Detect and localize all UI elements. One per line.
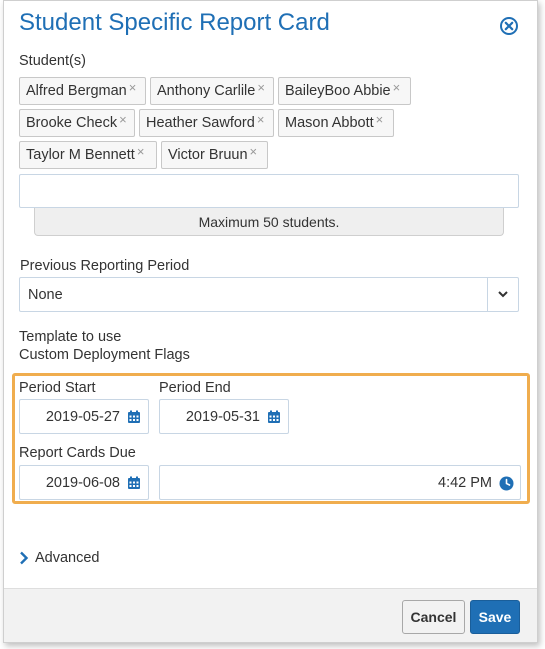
close-icon[interactable]	[498, 15, 520, 37]
previous-period-select[interactable]: None	[19, 277, 519, 312]
student-chip-label: Brooke Check	[26, 115, 118, 131]
student-chip-label: Anthony Carlile	[157, 83, 256, 99]
student-chip-label: Mason Abbott	[285, 115, 374, 131]
student-chip: Alfred Bergman ×	[19, 77, 146, 105]
remove-chip-icon[interactable]: ×	[250, 144, 258, 159]
due-date-value: 2019-06-08	[45, 474, 120, 491]
student-chip: Heather Sawford ×	[139, 109, 274, 137]
student-chip: Victor Bruun ×	[161, 141, 268, 169]
period-end-value: 2019-05-31	[185, 408, 260, 425]
chevron-down-icon	[498, 291, 508, 298]
student-chip-label: Alfred Bergman	[26, 83, 127, 99]
remove-chip-icon[interactable]: ×	[393, 80, 401, 95]
advanced-toggle[interactable]: Advanced	[19, 550, 100, 566]
student-chip: BaileyBoo Abbie ×	[278, 77, 411, 105]
period-end-label: Period End	[159, 380, 231, 396]
dialog-title: Student Specific Report Card	[19, 9, 330, 36]
remove-chip-icon[interactable]: ×	[257, 80, 265, 95]
due-time-value: 4:42 PM	[438, 474, 492, 491]
remove-chip-icon[interactable]: ×	[129, 80, 137, 95]
select-divider	[487, 278, 488, 311]
student-search-input[interactable]	[19, 174, 519, 208]
period-start-label: Period Start	[19, 380, 96, 396]
period-start-input[interactable]: 2019-05-27	[19, 399, 149, 434]
template-label: Template to use	[19, 329, 122, 345]
due-time-input[interactable]: 4:42 PM	[159, 465, 521, 500]
remove-chip-icon[interactable]: ×	[257, 112, 265, 127]
student-chip: Mason Abbott ×	[278, 109, 394, 137]
report-cards-due-label: Report Cards Due	[19, 445, 136, 461]
clock-icon[interactable]	[499, 476, 514, 491]
due-date-input[interactable]: 2019-06-08	[19, 465, 149, 500]
max-students-hint: Maximum 50 students.	[34, 208, 504, 236]
report-card-dialog: Student Specific Report Card Student(s) …	[3, 0, 538, 643]
student-chip-label: Heather Sawford	[146, 115, 255, 131]
previous-period-value: None	[28, 286, 63, 303]
remove-chip-icon[interactable]: ×	[119, 112, 127, 127]
student-chip-label: BaileyBoo Abbie	[285, 83, 391, 99]
students-label: Student(s)	[19, 53, 86, 69]
dialog-footer: Cancel Save	[4, 588, 537, 642]
student-chip: Taylor M Bennett ×	[19, 141, 157, 169]
period-end-input[interactable]: 2019-05-31	[159, 399, 289, 434]
period-start-value: 2019-05-27	[45, 408, 120, 425]
chevron-right-icon	[20, 551, 29, 565]
student-chip-label: Taylor M Bennett	[26, 147, 135, 163]
calendar-icon[interactable]	[127, 410, 141, 424]
calendar-icon[interactable]	[267, 410, 281, 424]
previous-period-label: Previous Reporting Period	[20, 258, 190, 274]
template-value: Custom Deployment Flags	[19, 347, 190, 363]
save-button[interactable]: Save	[470, 600, 520, 634]
remove-chip-icon[interactable]: ×	[376, 112, 384, 127]
cancel-button[interactable]: Cancel	[402, 600, 465, 634]
student-chip: Brooke Check ×	[19, 109, 135, 137]
student-chip: Anthony Carlile ×	[150, 77, 274, 105]
calendar-icon[interactable]	[127, 476, 141, 490]
student-chip-label: Victor Bruun	[168, 147, 248, 163]
advanced-label: Advanced	[35, 550, 100, 566]
remove-chip-icon[interactable]: ×	[137, 144, 145, 159]
